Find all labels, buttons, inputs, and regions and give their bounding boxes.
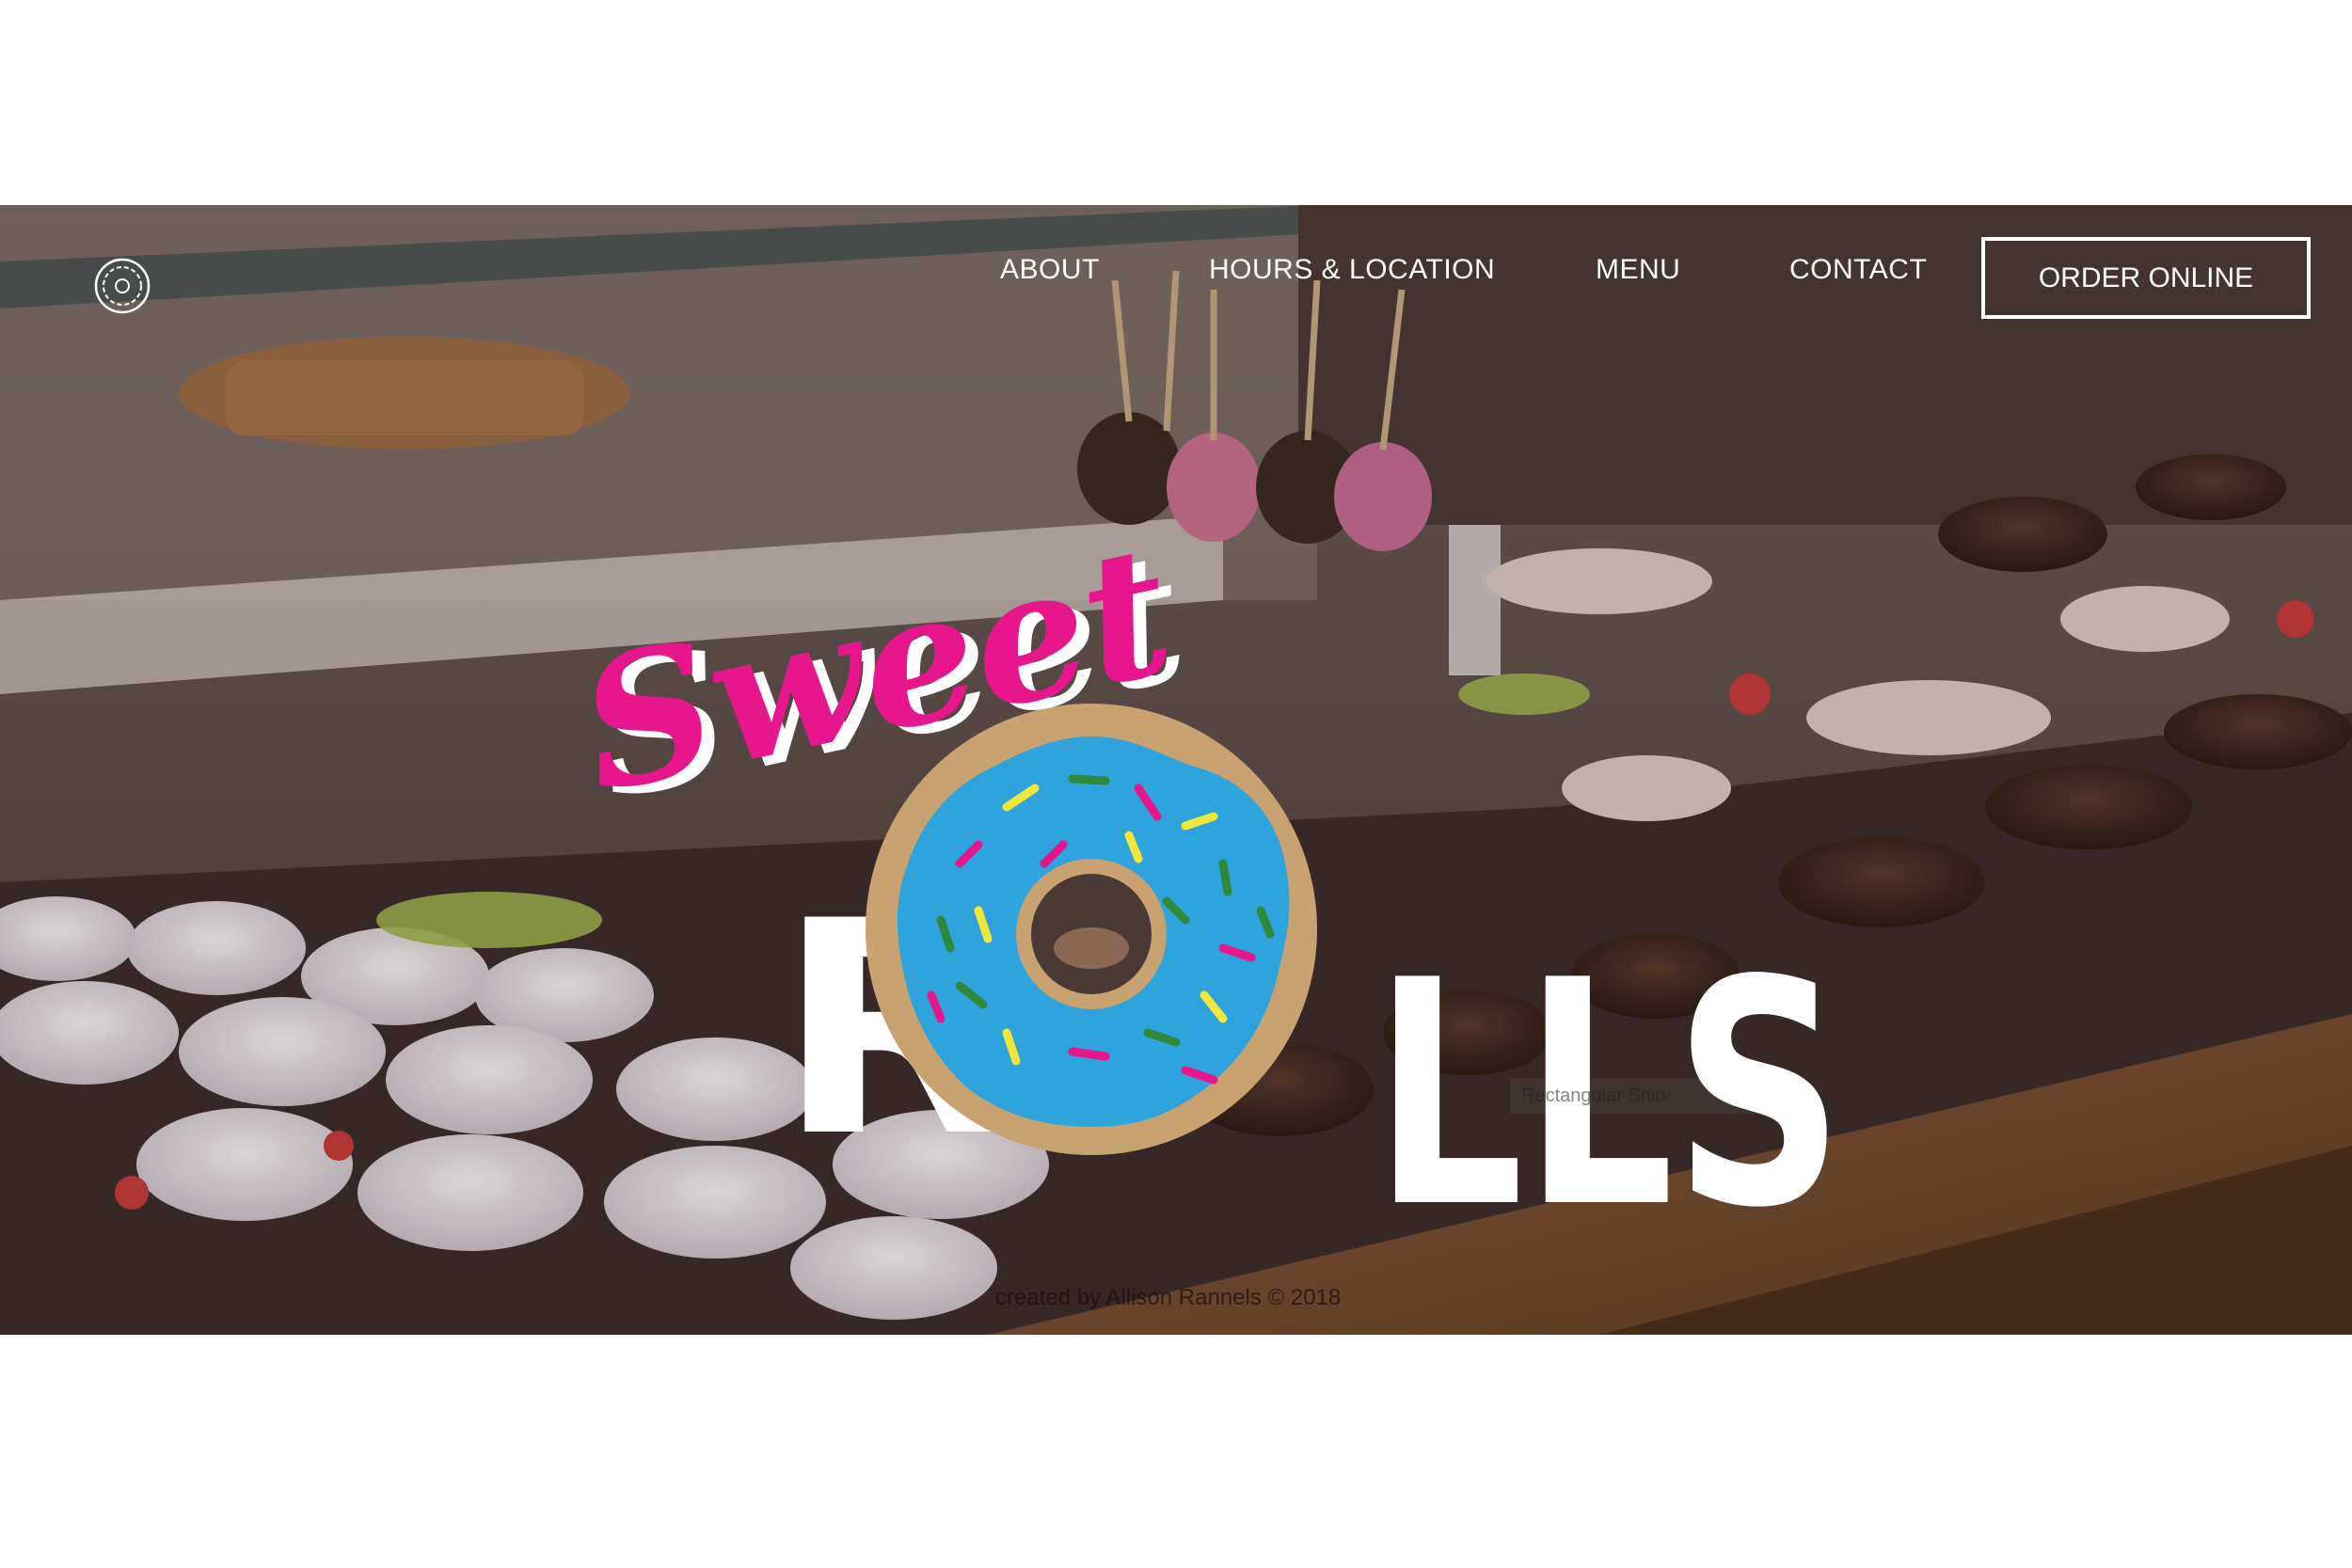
nav-menu-link[interactable]: MENU	[1596, 254, 1680, 286]
snip-caption: Rectangular Snip	[1510, 1078, 1766, 1114]
footer-credit: created by Allison Rannels © 2018	[995, 1285, 1342, 1310]
sweet-rolls-logo: R LLS	[564, 504, 1863, 1275]
donut-logo-icon[interactable]	[92, 256, 152, 316]
order-online-button[interactable]: ORDER ONLINE	[1981, 237, 2311, 319]
nav-about-link[interactable]: ABOUT	[1000, 254, 1100, 286]
nav-contact-link[interactable]: CONTACT	[1789, 254, 1927, 286]
nav-hours-location-link[interactable]: HOURS & LOCATION	[1209, 254, 1495, 286]
hero-section: ABOUT HOURS & LOCATION MENU CONTACT ORDE…	[0, 205, 2352, 1335]
